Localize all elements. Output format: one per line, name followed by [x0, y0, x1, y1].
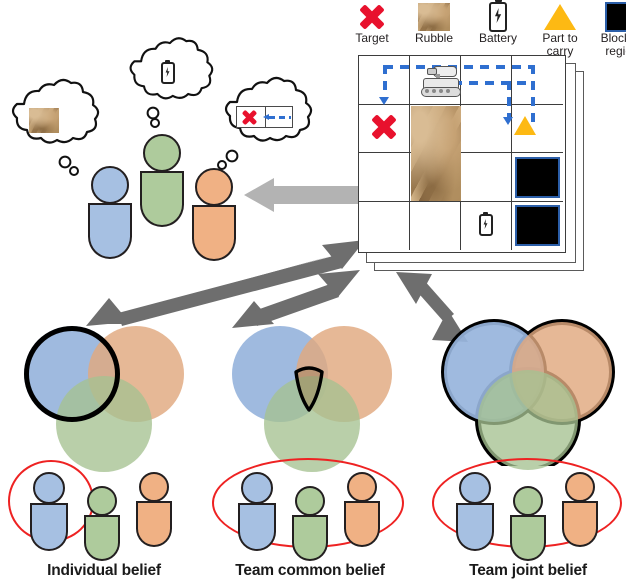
thought-bubble-orange-agent — [215, 76, 315, 170]
map-part-to-carry-icon — [514, 116, 536, 135]
grid-to-agents-arrow — [244, 178, 360, 212]
thought-bubble-green-agent — [120, 37, 216, 128]
map-battery-icon — [479, 212, 493, 236]
target-x-icon — [340, 2, 404, 32]
map-target-x-icon — [371, 114, 397, 140]
legend-label-rubble: Rubble — [414, 31, 454, 45]
part-to-carry-triangle-icon — [528, 2, 592, 32]
legend: Target Rubble Battery Part to carry Bloc… — [340, 0, 626, 58]
legend-label-target: Target — [355, 31, 389, 45]
caption-team-joint-belief: Team joint belief — [469, 562, 587, 579]
legend-item-blocked-region: Blocked region — [590, 2, 626, 58]
map-rubble-region — [411, 105, 461, 201]
thought-tail-green — [146, 106, 160, 128]
map-blocked-region-r2c3 — [515, 157, 560, 198]
bubble-content-target-path-minimap-icon — [236, 106, 293, 128]
battery-icon — [466, 0, 530, 32]
map-grid — [358, 55, 566, 253]
grid-cell-r3c1 — [410, 201, 461, 250]
blocked-region-icon — [590, 2, 626, 32]
venn-team-common-belief — [218, 322, 408, 472]
path-arrowhead-mid — [503, 117, 513, 125]
venn-highlight-triple-intersection-outline — [294, 366, 324, 412]
grid-cell-r1c2 — [461, 104, 512, 153]
caption-team-common-belief: Team common belief — [235, 562, 385, 579]
thought-bubble-blue-agent — [2, 78, 102, 176]
map-blocked-region-r3c3 — [515, 205, 560, 246]
robot-icon — [419, 64, 461, 97]
legend-item-battery: Battery — [466, 0, 530, 45]
caption-individual-belief: Individual belief — [47, 562, 161, 579]
legend-item-rubble: Rubble — [402, 2, 466, 45]
venn-circle-green — [478, 370, 578, 470]
grid-cell-r2c2 — [461, 153, 512, 202]
grid-cell-r3c0 — [359, 201, 410, 250]
venn-team-joint-belief — [432, 316, 626, 470]
grid-to-team-common-belief-arrow — [232, 270, 360, 328]
bubble-content-rubble-icon — [29, 108, 59, 133]
legend-item-target: Target — [340, 2, 404, 45]
venn-individual-belief — [10, 322, 200, 472]
path-segment-mid-down — [507, 81, 511, 117]
legend-item-part-to-carry: Part to carry — [528, 2, 592, 58]
legend-label-battery: Battery — [478, 31, 517, 45]
path-arrowhead-left — [379, 97, 389, 105]
path-segment-left-down — [383, 65, 387, 97]
thought-tail-blue — [58, 155, 79, 176]
environment-grid-map — [358, 55, 626, 280]
grid-cell-r2c0 — [359, 153, 410, 202]
bubble-content-battery-icon — [161, 60, 175, 84]
rubble-texture-icon — [402, 2, 466, 32]
venn-highlight-blue-circle-outline — [24, 326, 120, 422]
